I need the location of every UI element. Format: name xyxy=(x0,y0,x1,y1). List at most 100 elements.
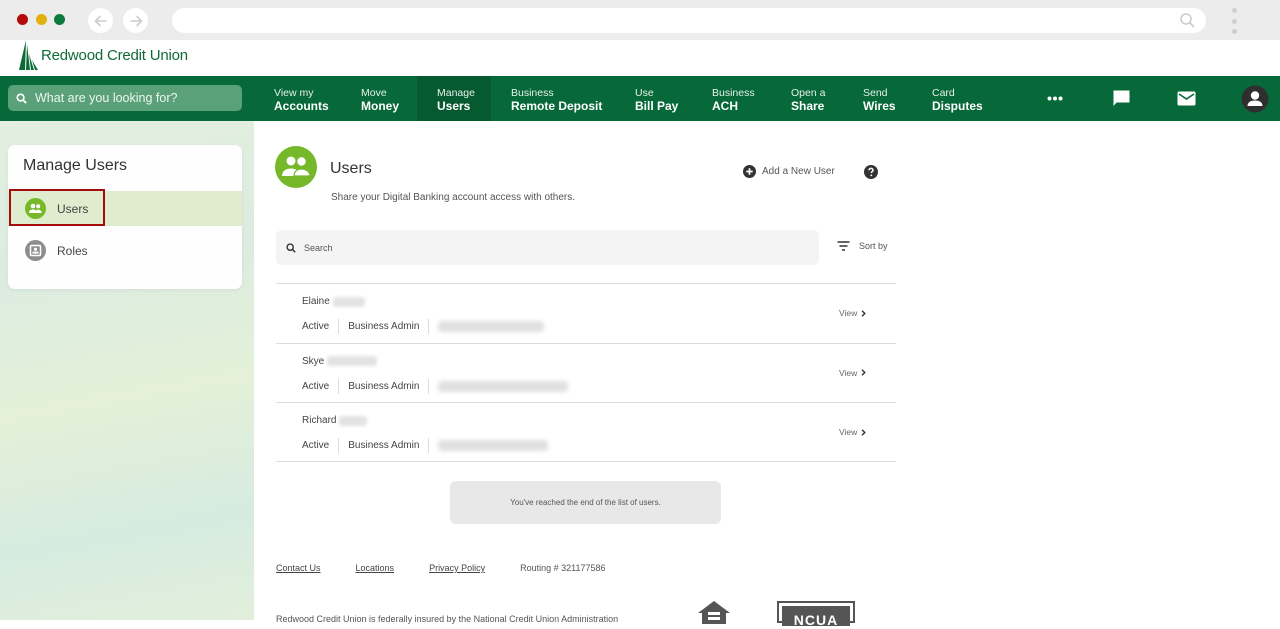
sidebar-item-label: Roles xyxy=(57,243,88,258)
nav-card-disputes[interactable]: Card Disputes xyxy=(932,76,992,121)
sidebar-title: Manage Users xyxy=(23,157,128,174)
highlight-annotation xyxy=(9,189,105,226)
user-search-input[interactable] xyxy=(304,242,784,253)
sort-icon xyxy=(837,241,850,251)
nav-move-money[interactable]: Move Money xyxy=(361,76,417,121)
nav-item-label: ACH xyxy=(712,99,738,113)
browser-chrome xyxy=(0,0,1280,40)
profile-button[interactable] xyxy=(1241,76,1269,121)
main-navigation: View my Accounts Move Money Manage Users… xyxy=(0,76,1280,121)
arrow-right-icon xyxy=(129,15,143,26)
user-meta: Active Business Admin xyxy=(302,319,545,334)
user-row[interactable]: Richard Active Business Admin View xyxy=(276,402,896,462)
user-meta: Active Business Admin xyxy=(302,378,569,394)
more-button[interactable] xyxy=(1042,76,1068,121)
chat-icon xyxy=(1113,90,1129,106)
nav-item-label: Share xyxy=(791,99,825,113)
global-search-input[interactable] xyxy=(35,91,225,105)
nav-remote-deposit[interactable]: Business Remote Deposit xyxy=(511,76,611,121)
locations-link[interactable]: Locations xyxy=(356,563,395,573)
nav-item-label-small: Business xyxy=(511,87,554,99)
view-user-button[interactable]: View xyxy=(839,367,867,378)
nav-view-accounts[interactable]: View my Accounts xyxy=(274,76,354,121)
brand-name: Redwood Credit Union xyxy=(41,46,188,64)
nav-bill-pay[interactable]: Use Bill Pay xyxy=(635,76,695,121)
plus-circle-icon xyxy=(743,165,756,178)
more-icon xyxy=(1047,96,1063,101)
nav-item-label-small: Business xyxy=(712,87,755,99)
nav-item-label: Wires xyxy=(863,99,896,113)
privacy-policy-link[interactable]: Privacy Policy xyxy=(429,563,485,573)
user-name: Skye xyxy=(302,356,378,367)
browser-back-button[interactable] xyxy=(88,8,113,33)
chevron-right-icon xyxy=(861,428,867,436)
search-icon xyxy=(286,242,296,253)
user-status: Active xyxy=(302,380,330,392)
nav-item-label-small: View my xyxy=(274,87,314,99)
user-name: Elaine xyxy=(302,296,365,307)
user-role: Business Admin xyxy=(348,321,420,332)
nav-send-wires[interactable]: Send Wires xyxy=(863,76,913,121)
roles-icon xyxy=(25,240,46,261)
user-row[interactable]: Elaine Active Business Admin View xyxy=(276,283,896,343)
divider xyxy=(338,438,340,453)
view-user-button[interactable]: View xyxy=(839,427,867,437)
chat-button[interactable] xyxy=(1109,76,1133,121)
profile-icon xyxy=(1241,85,1269,112)
brand-logo[interactable]: Redwood Credit Union xyxy=(19,40,188,70)
nav-business-ach[interactable]: Business ACH xyxy=(712,76,772,121)
divider xyxy=(338,378,340,394)
user-status: Active xyxy=(302,321,330,332)
end-of-list-notice: You've reached the end of the list of us… xyxy=(450,481,721,524)
arrow-left-icon xyxy=(93,15,107,26)
nav-item-label-small: Open a xyxy=(791,87,826,99)
window-minimize-button[interactable] xyxy=(36,14,47,25)
ncua-label: NCUA xyxy=(782,606,850,628)
user-search[interactable] xyxy=(276,230,819,265)
redwood-tree-icon xyxy=(19,40,38,70)
window-close-button[interactable] xyxy=(17,14,28,25)
nav-item-label: Bill Pay xyxy=(635,99,679,113)
user-row[interactable]: Skye Active Business Admin View xyxy=(276,342,896,403)
divider xyxy=(338,319,340,334)
mail-icon xyxy=(1177,91,1195,106)
view-label: View xyxy=(839,427,858,437)
footer-links: Contact Us Locations Privacy Policy Rout… xyxy=(276,563,606,573)
messages-button[interactable] xyxy=(1174,76,1198,121)
nav-item-label-small: Manage xyxy=(437,87,475,99)
nav-open-share[interactable]: Open a Share xyxy=(791,76,851,121)
add-new-user-button[interactable]: Add a New User xyxy=(743,165,835,178)
contact-us-link[interactable]: Contact Us xyxy=(276,563,321,573)
help-button[interactable] xyxy=(864,165,878,184)
sort-by-label: Sort by xyxy=(859,241,888,251)
divider xyxy=(428,319,430,334)
view-label: View xyxy=(839,308,858,318)
sidebar-item-roles[interactable]: Roles xyxy=(8,233,242,268)
nav-item-label-small: Card xyxy=(932,87,955,99)
search-icon xyxy=(16,92,27,104)
user-role: Business Admin xyxy=(348,440,420,451)
nav-item-label-small: Send xyxy=(863,87,888,99)
chevron-right-icon xyxy=(861,369,867,376)
user-list: Elaine Active Business Admin View Skye A… xyxy=(276,283,896,462)
chevron-right-icon xyxy=(861,309,867,317)
help-icon xyxy=(864,165,878,179)
address-bar[interactable] xyxy=(172,8,1206,33)
global-search[interactable] xyxy=(8,85,242,111)
redacted-email xyxy=(438,380,569,392)
nav-item-label: Money xyxy=(361,99,400,113)
user-role: Business Admin xyxy=(348,380,420,392)
browser-forward-button[interactable] xyxy=(123,8,148,33)
page-subtitle: Share your Digital Banking account acces… xyxy=(331,192,576,203)
user-status: Active xyxy=(302,440,330,451)
users-icon xyxy=(275,146,317,188)
view-user-button[interactable]: View xyxy=(839,308,867,318)
sort-by-button[interactable]: Sort by xyxy=(837,241,888,251)
logo-bar: Redwood Credit Union xyxy=(0,40,1280,76)
window-maximize-button[interactable] xyxy=(54,14,65,25)
ncua-disclaimer: Redwood Credit Union is federally insure… xyxy=(276,614,619,624)
browser-menu-button[interactable] xyxy=(1230,8,1238,34)
routing-number: Routing # 321177586 xyxy=(520,563,606,573)
nav-manage-users[interactable]: Manage Users xyxy=(417,76,491,121)
view-label: View xyxy=(839,367,858,378)
